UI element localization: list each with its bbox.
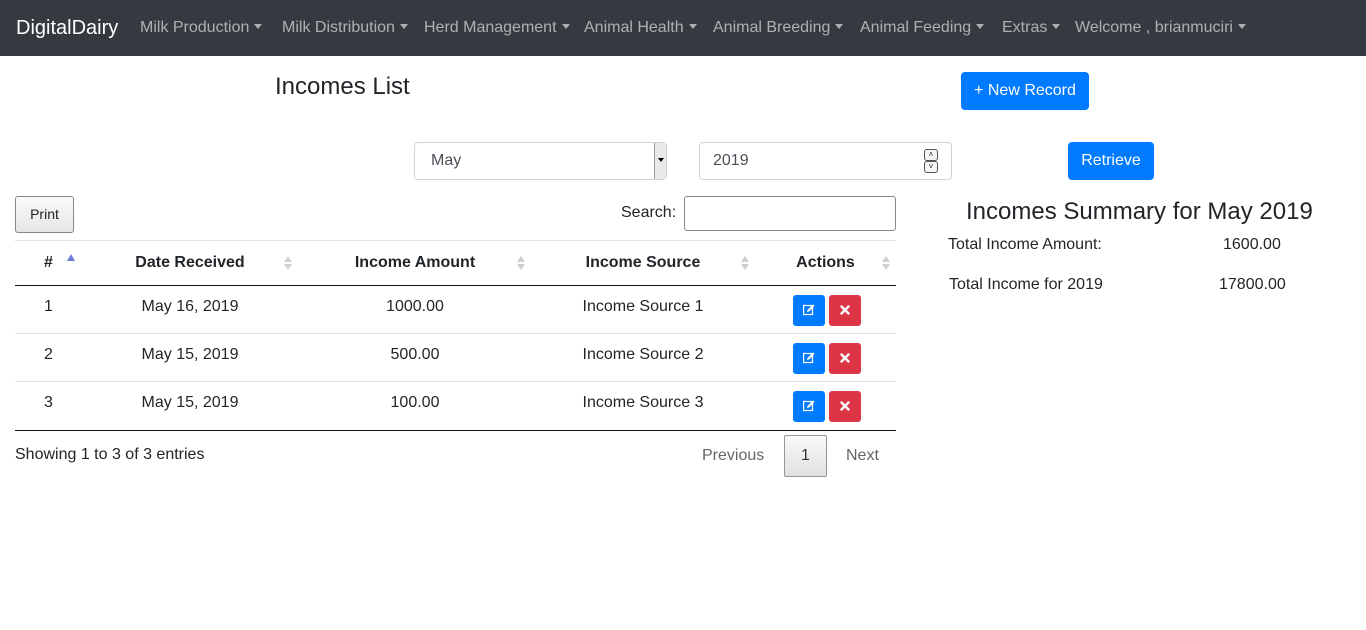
nav-animal-health-label: Animal Health bbox=[584, 19, 684, 36]
pagination-previous[interactable]: Previous bbox=[702, 447, 764, 465]
total-income-amount-value: 1600.00 bbox=[1223, 236, 1281, 253]
caret-down-icon bbox=[654, 143, 666, 179]
caret-down-icon bbox=[976, 24, 985, 29]
new-record-button[interactable]: + New Record bbox=[961, 72, 1089, 110]
close-icon bbox=[840, 353, 850, 363]
nav-milk-distribution[interactable]: Milk Distribution bbox=[282, 18, 408, 38]
total-income-year-label: Total Income for 2019 bbox=[949, 276, 1103, 293]
nav-extras-label: Extras bbox=[1002, 19, 1048, 36]
row-amount: 100.00 bbox=[390, 394, 440, 411]
delete-button[interactable] bbox=[829, 343, 861, 374]
nav-user-menu-label: Welcome , brianmuciri bbox=[1075, 19, 1233, 36]
row-date: May 15, 2019 bbox=[141, 394, 239, 411]
row-number: 2 bbox=[44, 346, 53, 363]
edit-icon bbox=[803, 400, 815, 412]
search-label: Search: bbox=[621, 204, 677, 221]
sort-icon[interactable] bbox=[517, 256, 525, 272]
nav-user-menu[interactable]: Welcome , brianmuciri bbox=[1075, 18, 1246, 38]
header-actions[interactable]: Actions bbox=[785, 254, 866, 272]
edit-icon bbox=[803, 304, 815, 316]
header-date-received[interactable]: Date Received bbox=[115, 254, 265, 272]
caret-down-icon bbox=[399, 24, 408, 29]
table-row: 3 May 15, 2019 100.00 Income Source 3 bbox=[15, 382, 896, 431]
row-source: Income Source 3 bbox=[582, 394, 704, 411]
table-row: 1 May 16, 2019 1000.00 Income Source 1 bbox=[15, 286, 896, 334]
table-header: # Date Received Income Amount Income Sou… bbox=[15, 240, 896, 286]
caret-down-icon bbox=[688, 24, 697, 29]
row-source: Income Source 1 bbox=[582, 298, 704, 315]
delete-button[interactable] bbox=[829, 295, 861, 326]
caret-down-icon bbox=[1052, 24, 1061, 29]
total-income-amount-label: Total Income Amount: bbox=[948, 236, 1102, 253]
nav-animal-breeding[interactable]: Animal Breeding bbox=[713, 18, 844, 38]
row-date: May 15, 2019 bbox=[141, 346, 239, 363]
table-info: Showing 1 to 3 of 3 entries bbox=[15, 446, 205, 463]
delete-button[interactable] bbox=[829, 391, 861, 422]
nav-animal-breeding-label: Animal Breeding bbox=[713, 19, 831, 36]
edit-icon bbox=[803, 352, 815, 364]
summary-title: Incomes Summary for May 2019 bbox=[966, 198, 1313, 225]
caret-down-icon bbox=[835, 24, 844, 29]
caret-down-icon bbox=[561, 24, 570, 29]
close-icon bbox=[840, 305, 850, 315]
header-income-source[interactable]: Income Source bbox=[543, 254, 743, 272]
month-select-value: May bbox=[431, 152, 462, 169]
print-button[interactable]: Print bbox=[15, 196, 74, 233]
sort-icon[interactable] bbox=[882, 256, 890, 272]
pagination-next[interactable]: Next bbox=[846, 447, 879, 465]
nav-herd-management[interactable]: Herd Management bbox=[424, 18, 570, 38]
nav-herd-management-label: Herd Management bbox=[424, 19, 557, 36]
close-icon bbox=[840, 401, 850, 411]
month-select[interactable]: May bbox=[414, 142, 667, 180]
nav-milk-distribution-label: Milk Distribution bbox=[282, 19, 395, 36]
row-date: May 16, 2019 bbox=[141, 298, 239, 315]
sort-asc-icon[interactable] bbox=[67, 254, 75, 261]
nav-animal-feeding-label: Animal Feeding bbox=[860, 19, 972, 36]
year-input-value: 2019 bbox=[713, 152, 749, 169]
edit-button[interactable] bbox=[793, 391, 825, 422]
chevron-down-icon[interactable]: ˅ bbox=[924, 161, 938, 173]
row-amount: 500.00 bbox=[390, 346, 440, 363]
total-income-year-value: 17800.00 bbox=[1219, 276, 1286, 293]
row-number: 1 bbox=[44, 298, 53, 315]
caret-down-icon bbox=[1237, 24, 1246, 29]
row-number: 3 bbox=[44, 394, 53, 411]
year-input[interactable]: 2019 ˄ ˅ bbox=[699, 142, 952, 180]
nav-milk-production-label: Milk Production bbox=[140, 19, 250, 36]
row-amount: 1000.00 bbox=[386, 298, 444, 315]
pagination-page-current[interactable]: 1 bbox=[784, 435, 827, 477]
edit-button[interactable] bbox=[793, 295, 825, 326]
table-row: 2 May 15, 2019 500.00 Income Source 2 bbox=[15, 334, 896, 382]
nav-milk-production[interactable]: Milk Production bbox=[140, 18, 263, 38]
nav-animal-feeding[interactable]: Animal Feeding bbox=[860, 18, 985, 38]
row-source: Income Source 2 bbox=[582, 346, 704, 363]
header-income-amount[interactable]: Income Amount bbox=[315, 254, 515, 272]
top-navbar: DigitalDairy Milk Production Milk Distri… bbox=[0, 0, 1366, 56]
retrieve-button[interactable]: Retrieve bbox=[1068, 142, 1154, 180]
nav-extras[interactable]: Extras bbox=[1002, 18, 1061, 38]
edit-button[interactable] bbox=[793, 343, 825, 374]
brand-logo[interactable]: DigitalDairy bbox=[16, 16, 118, 40]
year-stepper[interactable]: ˄ ˅ bbox=[924, 149, 938, 174]
caret-down-icon bbox=[254, 24, 263, 29]
nav-animal-health[interactable]: Animal Health bbox=[584, 18, 697, 38]
sort-icon[interactable] bbox=[284, 256, 292, 272]
page-title: Incomes List bbox=[275, 73, 410, 100]
chevron-up-icon[interactable]: ˄ bbox=[924, 149, 938, 161]
sort-icon[interactable] bbox=[741, 256, 749, 272]
search-input[interactable] bbox=[684, 196, 896, 231]
